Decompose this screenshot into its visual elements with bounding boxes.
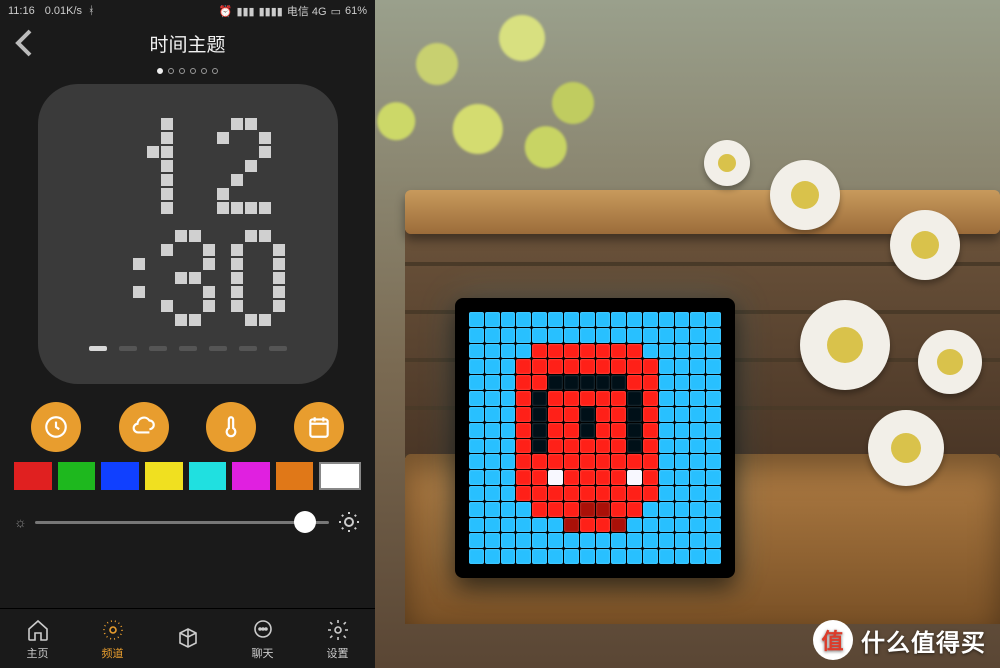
status-time: 11:16 [8,5,35,17]
nav-box[interactable] [158,625,218,653]
brightness-slider-row: ☼ [0,496,375,542]
watermark: 值 什么值得买 [813,620,986,660]
calendar-mode-button[interactable] [294,402,344,452]
settings-icon [325,617,351,643]
color-swatch[interactable] [58,462,96,490]
alarm-icon: ⏰ [219,5,233,18]
brightness-high-icon [337,510,361,534]
status-bar: 11:16 0.01K/s ᚼ ⏰ ▮▮▮ ▮▮▮▮ 电信 4G ▭ 61% [0,0,375,22]
pager-dot[interactable] [212,68,218,74]
pager-dot[interactable] [190,68,196,74]
status-carrier: 电信 4G [287,3,327,19]
pager-dot[interactable] [201,68,207,74]
status-battery: 61% [345,5,367,17]
temperature-mode-button[interactable] [206,402,256,452]
brightness-low-icon: ☼ [14,514,27,530]
brightness-thumb[interactable] [294,511,316,533]
color-swatch[interactable] [276,462,314,490]
nav-settings[interactable]: 设置 [308,617,368,661]
status-net-speed: 0.01K/s [45,5,82,17]
app-header: 时间主题 [0,22,375,64]
bluetooth-icon: ᚼ [88,5,95,17]
pager-dot[interactable] [168,68,174,74]
pager-dot[interactable] [179,68,185,74]
nav-home[interactable]: 主页 [8,617,68,661]
color-swatch[interactable] [232,462,270,490]
weather-mode-button[interactable] [119,402,169,452]
box-icon [175,625,201,651]
channel-icon [100,617,126,643]
color-swatch[interactable] [319,462,361,490]
watermark-badge: 值 [813,620,853,660]
bottom-nav: 主页频道 聊天设置 [0,608,375,668]
pager-dot[interactable] [157,68,163,74]
page-indicator[interactable] [0,64,375,84]
clock-pixel-grid [77,118,299,340]
nav-channel[interactable]: 频道 [83,617,143,661]
pixel-device [455,298,735,578]
color-swatch[interactable] [14,462,52,490]
function-row [0,384,375,462]
battery-icon: ▭ [331,5,341,18]
clock-preview-card[interactable] [38,84,338,384]
led-grid [469,312,721,564]
signal-icon: ▮▮▮ [236,5,254,18]
clock-mode-button[interactable] [31,402,81,452]
product-photo: 值 什么值得买 [375,0,1000,668]
signal2-icon: ▮▮▮▮ [259,5,283,18]
color-swatch[interactable] [189,462,227,490]
home-icon [25,617,51,643]
watermark-text: 什么值得买 [861,623,986,658]
phone-screen: 11:16 0.01K/s ᚼ ⏰ ▮▮▮ ▮▮▮▮ 电信 4G ▭ 61% 时… [0,0,375,668]
color-palette [0,462,375,496]
color-swatch[interactable] [145,462,183,490]
page-title: 时间主题 [0,30,375,57]
chat-icon [250,617,276,643]
nav-chat[interactable]: 聊天 [233,617,293,661]
color-swatch[interactable] [101,462,139,490]
date-dash-row [89,346,287,351]
brightness-slider[interactable] [35,521,329,524]
